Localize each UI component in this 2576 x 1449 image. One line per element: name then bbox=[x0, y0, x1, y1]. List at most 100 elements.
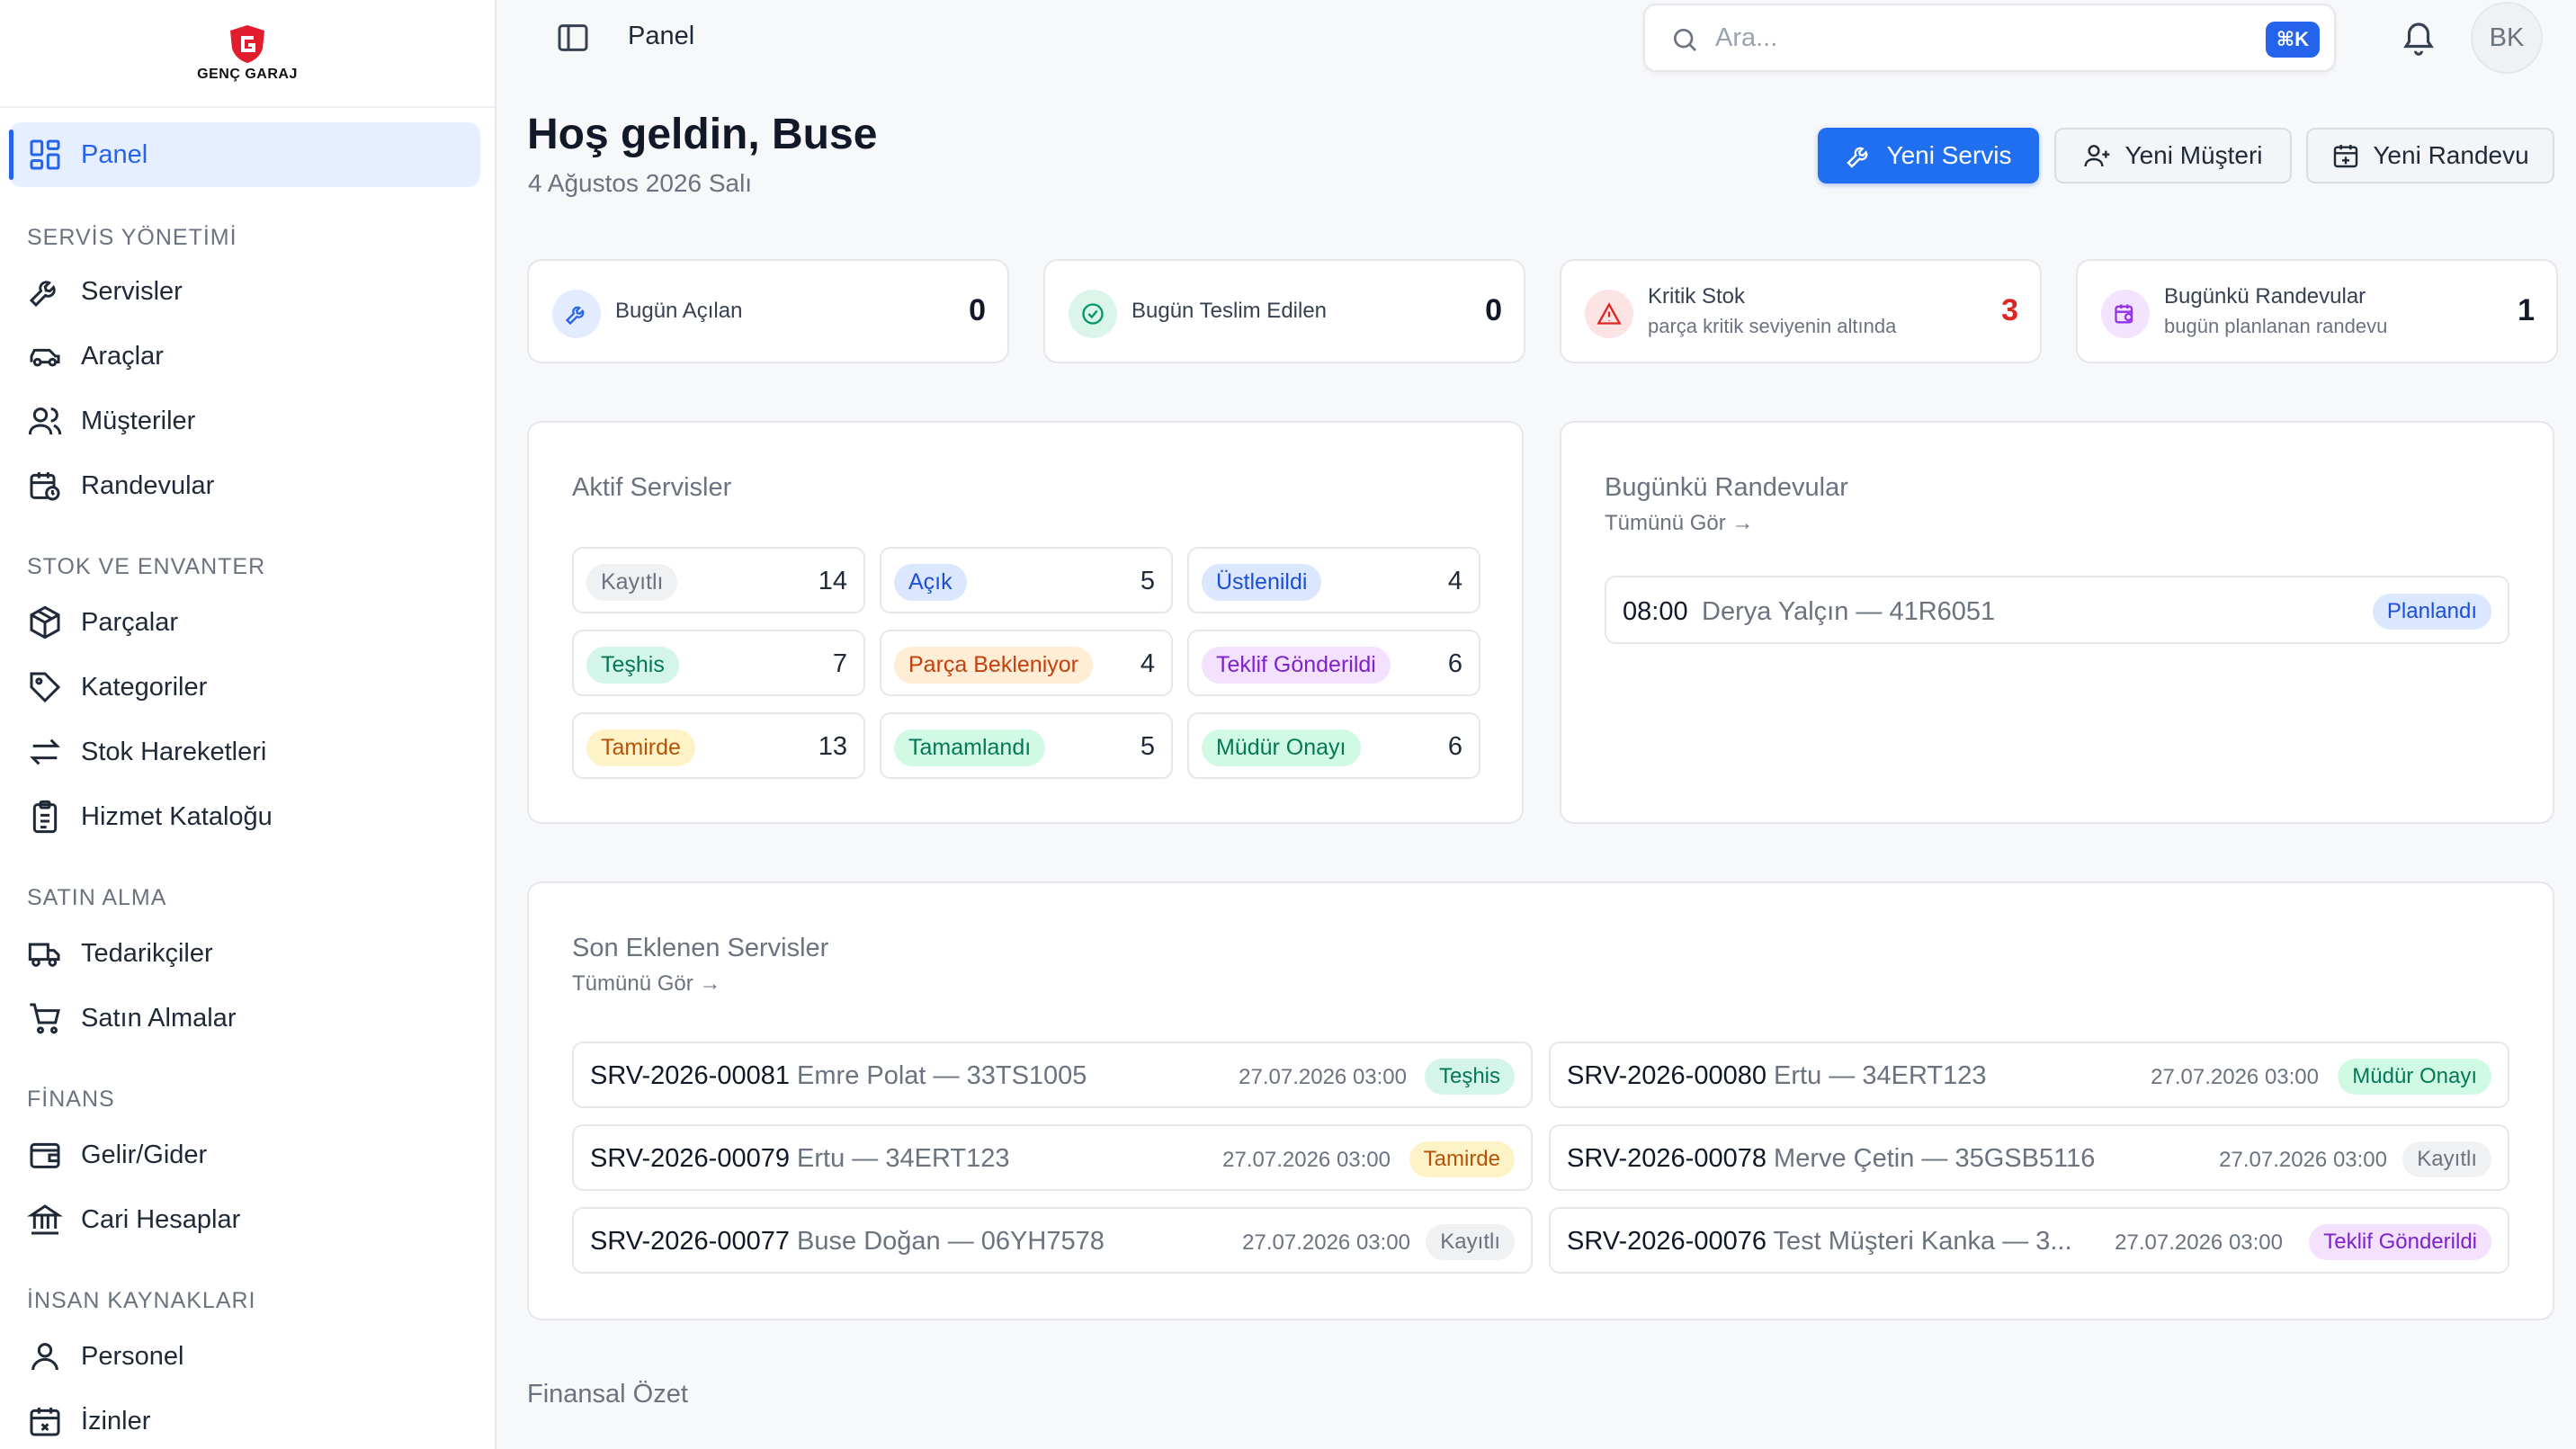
status-cell-parca-bekleniyor[interactable]: Parça Bekleniyor 4 bbox=[880, 630, 1173, 696]
sidebar-item-araclar[interactable]: Araçlar bbox=[9, 324, 480, 389]
wallet-icon bbox=[30, 1142, 60, 1168]
stat-sublabel: bugün planlanan randevu bbox=[2164, 315, 2388, 337]
search-box[interactable]: ⌘K bbox=[1643, 4, 2336, 72]
status-count: 4 bbox=[1140, 649, 1155, 678]
status-cell-tamamlandi[interactable]: Tamamlandı 5 bbox=[880, 712, 1173, 779]
calendar-x-icon bbox=[30, 1408, 60, 1436]
status-cell-kayitli[interactable]: Kayıtlı 14 bbox=[572, 547, 865, 613]
sidebar-item-hizmet-katalogu[interactable]: Hizmet Kataloğu bbox=[9, 784, 480, 849]
view-all-link[interactable]: Tümünü Gör → bbox=[572, 971, 720, 997]
warning-icon bbox=[1597, 302, 1622, 325]
sidebar-item-panel[interactable]: Panel bbox=[9, 122, 480, 187]
users-icon bbox=[28, 407, 62, 435]
sidebar-item-label: Satın Almalar bbox=[81, 1003, 237, 1033]
sidebar-item-musteriler[interactable]: Müşteriler bbox=[9, 389, 480, 453]
search-icon bbox=[1674, 29, 1696, 51]
calendar-clock-icon bbox=[2115, 304, 2133, 324]
wrench-icon bbox=[1847, 147, 1868, 168]
wrench-icon bbox=[29, 281, 56, 308]
status-cell-acik[interactable]: Açık 5 bbox=[880, 547, 1173, 613]
service-code: SRV-2026-00078 Merve Çetin — 35GSB5116 bbox=[1567, 1144, 2095, 1174]
sidebar-item-gelir-gider[interactable]: Gelir/Gider bbox=[9, 1123, 480, 1187]
stat-icon-wrap bbox=[552, 290, 601, 338]
calendar-clock-icon bbox=[30, 472, 60, 501]
service-desc: Merve Çetin — 35GSB5116 bbox=[1774, 1144, 2096, 1173]
service-date: 27.07.2026 03:00 bbox=[2115, 1230, 2283, 1255]
service-desc: Emre Polat — 33TS1005 bbox=[797, 1061, 1087, 1090]
sidebar-item-parcalar[interactable]: Parçalar bbox=[9, 590, 480, 655]
status-count: 13 bbox=[818, 732, 847, 761]
brand-logo[interactable]: GENÇ GARAJ bbox=[0, 0, 495, 108]
search-input[interactable] bbox=[1715, 18, 2219, 58]
sidebar-item-cari-hesaplar[interactable]: Cari Hesaplar bbox=[9, 1187, 480, 1252]
appointment-row[interactable]: 08:00 Derya Yalçın — 41R6051 Planlandı bbox=[1605, 576, 2509, 644]
stat-card-delivered-today: Bugün Teslim Edilen 0 bbox=[1043, 259, 1525, 363]
status-cell-teklif-gonderildi[interactable]: Teklif Gönderildi 6 bbox=[1187, 630, 1480, 696]
status-badge: Teklif Gönderildi bbox=[2309, 1224, 2491, 1260]
service-code-text: SRV-2026-00076 bbox=[1567, 1227, 1767, 1256]
status-cell-tamirde[interactable]: Tamirde 13 bbox=[572, 712, 865, 779]
service-row[interactable]: SRV-2026-00081 Emre Polat — 33TS1005 27.… bbox=[572, 1042, 1533, 1108]
stat-icon-wrap bbox=[2101, 290, 2150, 338]
stat-value: 0 bbox=[969, 293, 986, 327]
page-title: Hoş geldin, Buse bbox=[527, 111, 878, 158]
car-icon bbox=[30, 348, 60, 367]
sidebar-item-personel[interactable]: Personel bbox=[9, 1324, 480, 1389]
new-customer-button[interactable]: Yeni Müşteri bbox=[2054, 128, 2292, 183]
status-badge: Kayıtlı bbox=[2402, 1141, 2491, 1177]
sidebar-item-label: Müşteriler bbox=[81, 406, 196, 435]
new-appointment-button[interactable]: Yeni Randevu bbox=[2306, 128, 2554, 183]
sidebar-item-stok-hareketleri[interactable]: Stok Hareketleri bbox=[9, 720, 480, 784]
service-row[interactable]: SRV-2026-00076 Test Müşteri Kanka — 3...… bbox=[1549, 1207, 2509, 1274]
section-title: FİNANS bbox=[27, 1087, 115, 1112]
sidebar-item-label: Cari Hesaplar bbox=[81, 1204, 241, 1234]
shield-logo-icon bbox=[230, 25, 264, 63]
sidebar-item-label: Kategoriler bbox=[81, 672, 208, 702]
sidebar-item-label: İzinler bbox=[81, 1406, 151, 1436]
card-title: Aktif Servisler bbox=[572, 473, 732, 502]
sidebar-toggle-icon[interactable] bbox=[555, 20, 591, 56]
sidebar-item-randevular[interactable]: Randevular bbox=[9, 453, 480, 518]
stat-label: Bugün Açılan bbox=[615, 299, 743, 323]
service-desc: Test Müşteri Kanka — 3... bbox=[1773, 1227, 2072, 1256]
sidebar-item-izinler[interactable]: İzinler bbox=[9, 1389, 480, 1449]
stat-sublabel: parça kritik seviyenin altında bbox=[1648, 315, 1897, 337]
sidebar-item-label: Araçlar bbox=[81, 341, 164, 371]
sidebar-item-satin-almalar[interactable]: Satın Almalar bbox=[9, 986, 480, 1051]
service-row[interactable]: SRV-2026-00080 Ertu — 34ERT123 27.07.202… bbox=[1549, 1042, 2509, 1108]
service-row[interactable]: SRV-2026-00077 Buse Doğan — 06YH7578 27.… bbox=[572, 1207, 1533, 1274]
check-circle-icon bbox=[1082, 303, 1104, 325]
status-cell-teshis[interactable]: Teşhis 7 bbox=[572, 630, 865, 696]
status-pill: Parça Bekleniyor bbox=[894, 647, 1093, 684]
bell-icon[interactable] bbox=[2400, 18, 2437, 56]
status-cell-ustlenildi[interactable]: Üstlenildi 4 bbox=[1187, 547, 1480, 613]
section-title: STOK VE ENVANTER bbox=[27, 554, 266, 579]
status-count: 7 bbox=[832, 649, 847, 678]
status-pill: Üstlenildi bbox=[1202, 564, 1322, 601]
service-code: SRV-2026-00079 Ertu — 34ERT123 bbox=[590, 1144, 1009, 1174]
view-all-link[interactable]: Tümünü Gör → bbox=[1605, 511, 1753, 536]
sidebar-item-label: Parçalar bbox=[81, 607, 178, 637]
avatar[interactable]: BK bbox=[2471, 2, 2543, 74]
sidebar-item-servisler[interactable]: Servisler bbox=[9, 259, 480, 324]
status-badge: Teşhis bbox=[1424, 1059, 1515, 1095]
section-title: SATIN ALMA bbox=[27, 885, 167, 910]
sidebar-item-label: Personel bbox=[81, 1341, 184, 1371]
sidebar-item-tedarikciler[interactable]: Tedarikçiler bbox=[9, 921, 480, 986]
arrows-exchange-icon bbox=[30, 738, 60, 765]
status-count: 5 bbox=[1140, 732, 1155, 761]
service-desc: Ertu — 34ERT123 bbox=[797, 1144, 1010, 1173]
stat-card-opened-today: Bugün Açılan 0 bbox=[527, 259, 1009, 363]
status-cell-mudur-onayi[interactable]: Müdür Onayı 6 bbox=[1187, 712, 1480, 779]
service-row[interactable]: SRV-2026-00078 Merve Çetin — 35GSB5116 2… bbox=[1549, 1124, 2509, 1191]
service-desc: Buse Doğan — 06YH7578 bbox=[797, 1227, 1105, 1256]
service-row[interactable]: SRV-2026-00079 Ertu — 34ERT123 27.07.202… bbox=[572, 1124, 1533, 1191]
new-service-button[interactable]: Yeni Servis bbox=[1818, 128, 2039, 183]
sidebar-item-kategoriler[interactable]: Kategoriler bbox=[9, 655, 480, 720]
service-date: 27.07.2026 03:00 bbox=[2219, 1148, 2387, 1172]
sidebar-item-label: Panel bbox=[81, 139, 148, 169]
service-code: SRV-2026-00080 Ertu — 34ERT123 bbox=[1567, 1061, 1986, 1091]
button-label: Yeni Randevu bbox=[2373, 141, 2529, 169]
recent-services-card: Son Eklenen Servisler Tümünü Gör → SRV-2… bbox=[527, 881, 2554, 1320]
card-title: Bugünkü Randevular bbox=[1605, 473, 1848, 502]
